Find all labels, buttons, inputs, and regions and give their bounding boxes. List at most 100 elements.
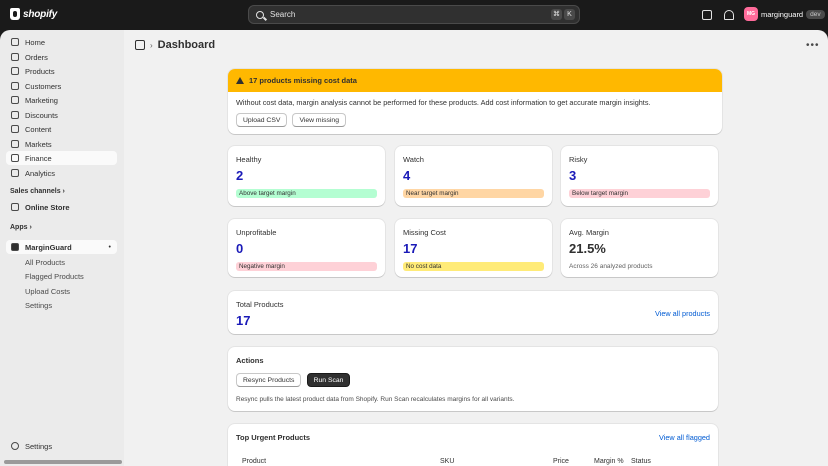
chevron-right-icon: › [29, 224, 32, 231]
sidebar-item-label: Customers [25, 81, 62, 91]
sidebar-item-label: Settings [25, 441, 53, 451]
total-products-card: Total Products 17 View all products [228, 291, 718, 334]
actions-buttons: Resync Products Run Scan [236, 373, 353, 387]
stat-subtext: Across 26 analyzed products [569, 263, 653, 270]
stat-label: Avg. Margin [569, 228, 609, 237]
run-scan-button[interactable]: Run Scan [306, 373, 351, 387]
urgent-products-card: Top Urgent Products View all flagged Pro… [228, 424, 718, 466]
column-header-margin[interactable]: Margin % [594, 458, 624, 465]
sidebar-item-marginguard[interactable]: MarginGuard • [6, 240, 117, 254]
sidebar-scrollbar[interactable] [4, 460, 122, 464]
shortcut-cmd-key: ⌘ [551, 9, 562, 20]
sidebar-item-online-store[interactable]: Online Store [6, 200, 117, 214]
search-placeholder: Search [270, 10, 296, 19]
page-title: Dashboard [157, 39, 216, 51]
more-options-icon[interactable]: ••• [806, 40, 820, 51]
sidebar-item-label: Discounts [25, 110, 58, 120]
stat-card-healthy: Healthy 2 Above target margin [228, 146, 385, 206]
sales-channels-text: Sales channels [10, 188, 61, 195]
sidebar-item-products[interactable]: Products [6, 64, 117, 78]
shopify-bag-icon [10, 8, 20, 20]
storefront-icon [11, 203, 19, 211]
stat-card-unprofitable: Unprofitable 0 Negative margin [228, 219, 385, 277]
gear-icon [11, 442, 19, 450]
stat-value: 3 [569, 168, 577, 183]
avatar: MG [744, 7, 758, 21]
globe-icon [11, 140, 19, 148]
top-bar: shopify Search ⌘ K MG marginguard dev [0, 0, 828, 30]
stat-badge: No cost data [403, 262, 544, 271]
page-header: › Dashboard [135, 39, 215, 51]
stat-badge: Below target margin [569, 189, 710, 198]
sidebar-sub-flagged-products[interactable]: Flagged Products [25, 272, 84, 281]
view-all-flagged-link[interactable]: View all flagged [659, 433, 710, 442]
column-header-status[interactable]: Status [631, 458, 651, 465]
app-icon[interactable] [135, 40, 145, 50]
person-icon [11, 82, 19, 90]
pin-icon[interactable]: • [109, 244, 111, 251]
apps-label[interactable]: Apps › [10, 224, 32, 231]
target-icon [11, 96, 19, 104]
bell-icon[interactable] [724, 10, 734, 20]
column-header-price[interactable]: Price [553, 458, 569, 465]
shortcut-k-key: K [564, 9, 575, 20]
stat-value: 21.5% [569, 241, 606, 256]
sidebar-sub-settings[interactable]: Settings [25, 301, 52, 310]
apps-text: Apps [10, 224, 28, 231]
stat-badge: Above target margin [236, 189, 377, 198]
chevron-right-icon: › [62, 188, 65, 195]
sidebar-item-discounts[interactable]: Discounts [6, 108, 117, 122]
sidebar-item-customers[interactable]: Customers [6, 79, 117, 93]
view-all-products-link[interactable]: View all products [655, 309, 710, 318]
bank-icon [11, 154, 19, 162]
sidebar-item-label: Marketing [25, 95, 58, 105]
search-bar[interactable]: Search ⌘ K [248, 5, 580, 24]
shopify-logo[interactable]: shopify [10, 8, 57, 20]
missing-cost-banner: 17 products missing cost data Without co… [228, 69, 722, 134]
stat-badge: Near target margin [403, 189, 544, 198]
stat-label: Watch [403, 155, 424, 164]
column-header-sku[interactable]: SKU [440, 458, 454, 465]
sidebar-item-label: Orders [25, 52, 48, 62]
stat-value: 17 [403, 241, 418, 256]
banner-title: 17 products missing cost data [249, 76, 357, 85]
sidebar-sub-upload-costs[interactable]: Upload Costs [25, 287, 70, 296]
sidebar-item-marketing[interactable]: Marketing [6, 93, 117, 107]
sidebar-item-label: Online Store [25, 202, 70, 212]
sidebar-item-analytics[interactable]: Analytics [6, 166, 117, 180]
actions-card: Actions Resync Products Run Scan Resync … [228, 347, 718, 411]
sidebar-item-label: Analytics [25, 168, 56, 178]
resync-products-button[interactable]: Resync Products [236, 373, 302, 387]
sidebar-item-orders[interactable]: Orders [6, 50, 117, 64]
stat-label: Unprofitable [236, 228, 277, 237]
view-missing-button[interactable]: View missing [292, 113, 346, 127]
sidebar-item-settings[interactable]: Settings [6, 439, 117, 453]
warning-icon [236, 77, 244, 84]
user-menu[interactable]: MG marginguard dev [744, 7, 825, 21]
sales-channels-label[interactable]: Sales channels › [10, 188, 65, 195]
store-icon[interactable] [702, 10, 712, 20]
sidebar-item-home[interactable]: Home [6, 35, 117, 49]
stat-value: 2 [236, 168, 244, 183]
sidebar: Home Orders Products Customers Marketing… [0, 30, 124, 466]
app-icon [11, 243, 19, 251]
sidebar-item-markets[interactable]: Markets [6, 137, 117, 151]
total-products-label: Total Products [236, 300, 284, 309]
stat-card-watch: Watch 4 Near target margin [395, 146, 552, 206]
stat-card-risky: Risky 3 Below target margin [561, 146, 718, 206]
urgent-products-title: Top Urgent Products [236, 433, 311, 442]
sidebar-item-label: MarginGuard [25, 242, 72, 252]
tag-icon [11, 67, 19, 75]
column-header-product[interactable]: Product [242, 458, 266, 465]
sidebar-sub-all-products[interactable]: All Products [25, 258, 65, 267]
sidebar-item-content[interactable]: Content [6, 122, 117, 136]
chart-icon [11, 169, 19, 177]
sidebar-item-finance[interactable]: Finance [6, 151, 117, 165]
discount-icon [11, 111, 19, 119]
upload-csv-button[interactable]: Upload CSV [236, 113, 288, 127]
search-icon [256, 10, 264, 19]
stat-card-missing-cost: Missing Cost 17 No cost data [395, 219, 552, 277]
total-products-value: 17 [236, 313, 251, 328]
stat-value: 0 [236, 241, 244, 256]
stat-card-avg-margin: Avg. Margin 21.5% Across 26 analyzed pro… [561, 219, 718, 277]
